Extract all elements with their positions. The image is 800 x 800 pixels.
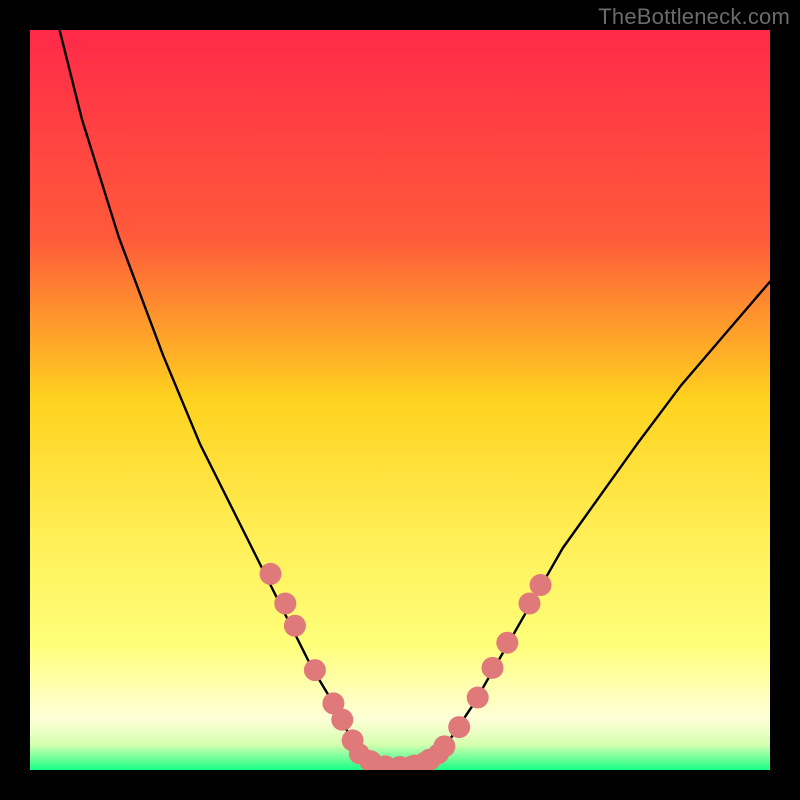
curve-marker (433, 735, 455, 757)
curve-marker (530, 574, 552, 596)
curve-marker (331, 709, 353, 731)
curve-marker (304, 659, 326, 681)
curve-marker (342, 729, 364, 751)
curve-marker (482, 657, 504, 679)
plot-background (30, 30, 770, 770)
chart-container: TheBottleneck.com (0, 0, 800, 800)
curve-marker (284, 615, 306, 637)
bottleneck-chart (0, 0, 800, 800)
curve-marker (519, 593, 541, 615)
curve-marker (467, 686, 489, 708)
curve-marker (496, 632, 518, 654)
curve-marker (260, 563, 282, 585)
curve-marker (274, 593, 296, 615)
curve-marker (448, 716, 470, 738)
